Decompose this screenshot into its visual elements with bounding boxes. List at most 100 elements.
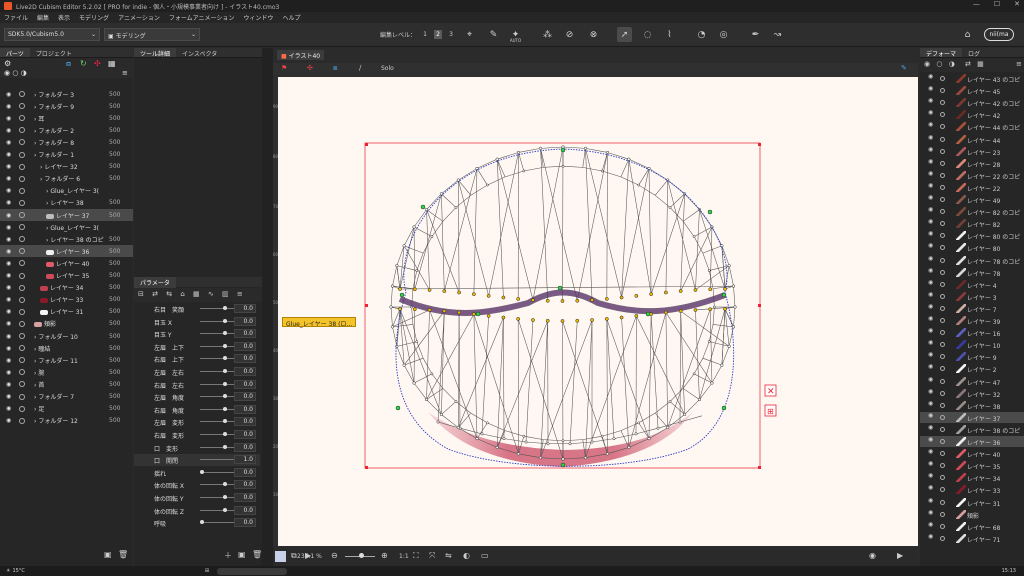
deformer-icon[interactable]: ⧈ (66, 59, 71, 69)
mesh-vertex[interactable] (485, 421, 489, 425)
deformer-row[interactable]: ◉ レイヤー 22 のコピ (920, 170, 1024, 181)
pinned-point[interactable] (399, 292, 405, 298)
visibility-eye-icon[interactable]: ◉ (928, 351, 933, 358)
deformer-row[interactable]: ◉ レイヤー 42 (920, 109, 1024, 120)
mesh-vertex[interactable] (627, 445, 631, 449)
auto-mesh-icon[interactable]: ✦ AUTO (508, 27, 523, 44)
deformer-row[interactable]: ◉ レイヤー 40 (920, 448, 1024, 459)
parts-row[interactable]: ◉ › 瞳結 500 (0, 342, 133, 354)
deformer-move-icon[interactable]: ⇄ (965, 60, 971, 68)
parameter-row[interactable]: 体の回転 X 0.0 (134, 479, 260, 491)
deformer-row[interactable]: ◉ レイヤー 82 のコピ (920, 206, 1024, 217)
wrench-icon[interactable]: ⚙ (4, 59, 11, 68)
parameter-slider-knob[interactable] (223, 495, 227, 499)
fit-selection-icon[interactable]: ⤧ (429, 551, 435, 561)
curve-tool-icon[interactable]: ↝ (770, 27, 785, 42)
zoom-in-icon[interactable]: ⊕ (381, 551, 388, 560)
mesh-svg[interactable]: ✕ ⊞ (278, 77, 918, 546)
mesh-vertex[interactable] (647, 437, 651, 441)
deformer-row[interactable]: ◉ レイヤー 10 (920, 339, 1024, 350)
visibility-eye-icon[interactable]: ◉ (928, 412, 933, 419)
lock-toggle[interactable] (940, 366, 945, 372)
deformer-row[interactable]: ◉ レイヤー 31 (920, 497, 1024, 508)
visibility-eye-icon[interactable]: ◉ (6, 417, 11, 424)
background-color-swatch[interactable] (275, 551, 286, 562)
mesh-vertex[interactable] (600, 169, 604, 173)
taskbar-search-input[interactable] (217, 567, 288, 575)
visibility-eye-icon[interactable]: ◉ (928, 497, 933, 504)
visibility-eye-icon[interactable]: ◉ (928, 218, 933, 225)
play-icon[interactable]: ▶ (897, 551, 903, 560)
glue-point[interactable] (693, 288, 698, 292)
visibility-eye-icon[interactable]: ◉ (928, 267, 933, 274)
deform-brush-icon[interactable]: ◔ (694, 27, 709, 42)
deformer-row[interactable]: ◉ レイヤー 43 のコピ (920, 73, 1024, 84)
visibility-eye-icon[interactable]: ◉ (6, 127, 11, 134)
glue-point[interactable] (427, 288, 432, 292)
visibility-eye-icon[interactable]: ◉ (6, 224, 11, 231)
deformer-row[interactable]: ◉ レイヤー 71 (920, 533, 1024, 544)
mesh-vertex[interactable] (720, 363, 724, 367)
panel-splitter[interactable] (262, 48, 273, 566)
pinned-point[interactable] (420, 204, 426, 210)
mesh-vertex[interactable] (456, 178, 460, 182)
lock-toggle[interactable] (940, 511, 945, 517)
visibility-eye-icon[interactable]: ◉ (6, 236, 11, 243)
user-badge[interactable]: nii(ma (984, 28, 1014, 41)
glue-point[interactable] (664, 310, 668, 315)
mesh-vertex[interactable] (538, 146, 543, 150)
visibility-eye-icon[interactable]: ◉ (928, 460, 933, 467)
lock-toggle[interactable] (940, 112, 945, 118)
deformer-expand-icon[interactable]: ◑ (949, 60, 955, 68)
lock-toggle[interactable] (940, 172, 945, 178)
parameter-value[interactable]: 0.0 (234, 316, 256, 326)
mesh-vertex[interactable] (436, 420, 440, 424)
edit-level-3-button[interactable]: 3 (447, 30, 455, 39)
lock-toggle[interactable] (940, 330, 945, 336)
lock-toggle[interactable] (940, 209, 945, 215)
mesh-vertex[interactable] (480, 432, 484, 436)
lock-toggle[interactable] (19, 139, 25, 146)
zoom-slider-knob[interactable] (359, 553, 364, 558)
param-trash-icon[interactable]: 🗑 (252, 550, 262, 559)
glue-point[interactable] (590, 318, 594, 322)
mesh-vertex[interactable] (522, 434, 526, 438)
pinned-point[interactable] (475, 311, 481, 317)
copy-icon[interactable]: ⧉ (291, 551, 297, 561)
lock-toggle[interactable] (19, 115, 25, 122)
param-wave-icon[interactable]: ∿ (208, 290, 214, 298)
parameter-row[interactable]: 左眉 変形 0.0 (134, 416, 260, 428)
lock-toggle[interactable] (19, 224, 25, 231)
glue-point[interactable] (604, 297, 609, 301)
mesh-edit-icon[interactable]: ⊘ (562, 27, 577, 42)
mesh-vertex[interactable] (600, 434, 604, 438)
parameter-slider-knob[interactable] (223, 356, 227, 361)
parameter-slider-knob[interactable] (200, 520, 204, 525)
mesh-vertex[interactable] (495, 445, 499, 449)
home-icon[interactable]: ⌂ (960, 27, 975, 42)
parts-row[interactable]: ◉ レイヤー 35 500 (0, 270, 133, 282)
glue-point[interactable] (486, 314, 491, 318)
deformer-row[interactable]: ◉ レイヤー 78 のコピ (920, 255, 1024, 266)
lock-toggle[interactable] (940, 100, 945, 106)
lock-toggle[interactable] (940, 535, 945, 541)
parts-row[interactable]: ◉ レイヤー 31 500 (0, 306, 133, 318)
collapse-icon[interactable]: ⊟ (138, 290, 144, 298)
visibility-eye-icon[interactable]: ◉ (6, 139, 11, 146)
visibility-eye-icon[interactable]: ◉ (6, 393, 11, 400)
visibility-eye-icon[interactable]: ◉ (928, 339, 933, 346)
lock-toggle[interactable] (19, 248, 25, 255)
mesh-vertex[interactable] (727, 264, 731, 268)
visibility-eye-icon[interactable]: ◉ (6, 248, 11, 255)
view-deformer-icon[interactable]: ⧈ (333, 64, 337, 73)
record-icon[interactable]: ◉ (869, 551, 876, 560)
mesh-vertex[interactable] (475, 437, 479, 441)
lock-toggle[interactable] (940, 439, 945, 444)
menu-help[interactable]: ヘルプ (282, 13, 300, 22)
lock-toggle[interactable] (940, 245, 945, 251)
parts-row[interactable]: ◉ › レイヤー 32 500 (0, 161, 133, 173)
edit-level-2-button[interactable]: 2 (434, 30, 443, 39)
parameter-row[interactable]: 左眉 角度 0.0 (134, 391, 260, 403)
glue-point[interactable] (457, 290, 461, 295)
visibility-eye-icon[interactable]: ◉ (6, 284, 11, 291)
